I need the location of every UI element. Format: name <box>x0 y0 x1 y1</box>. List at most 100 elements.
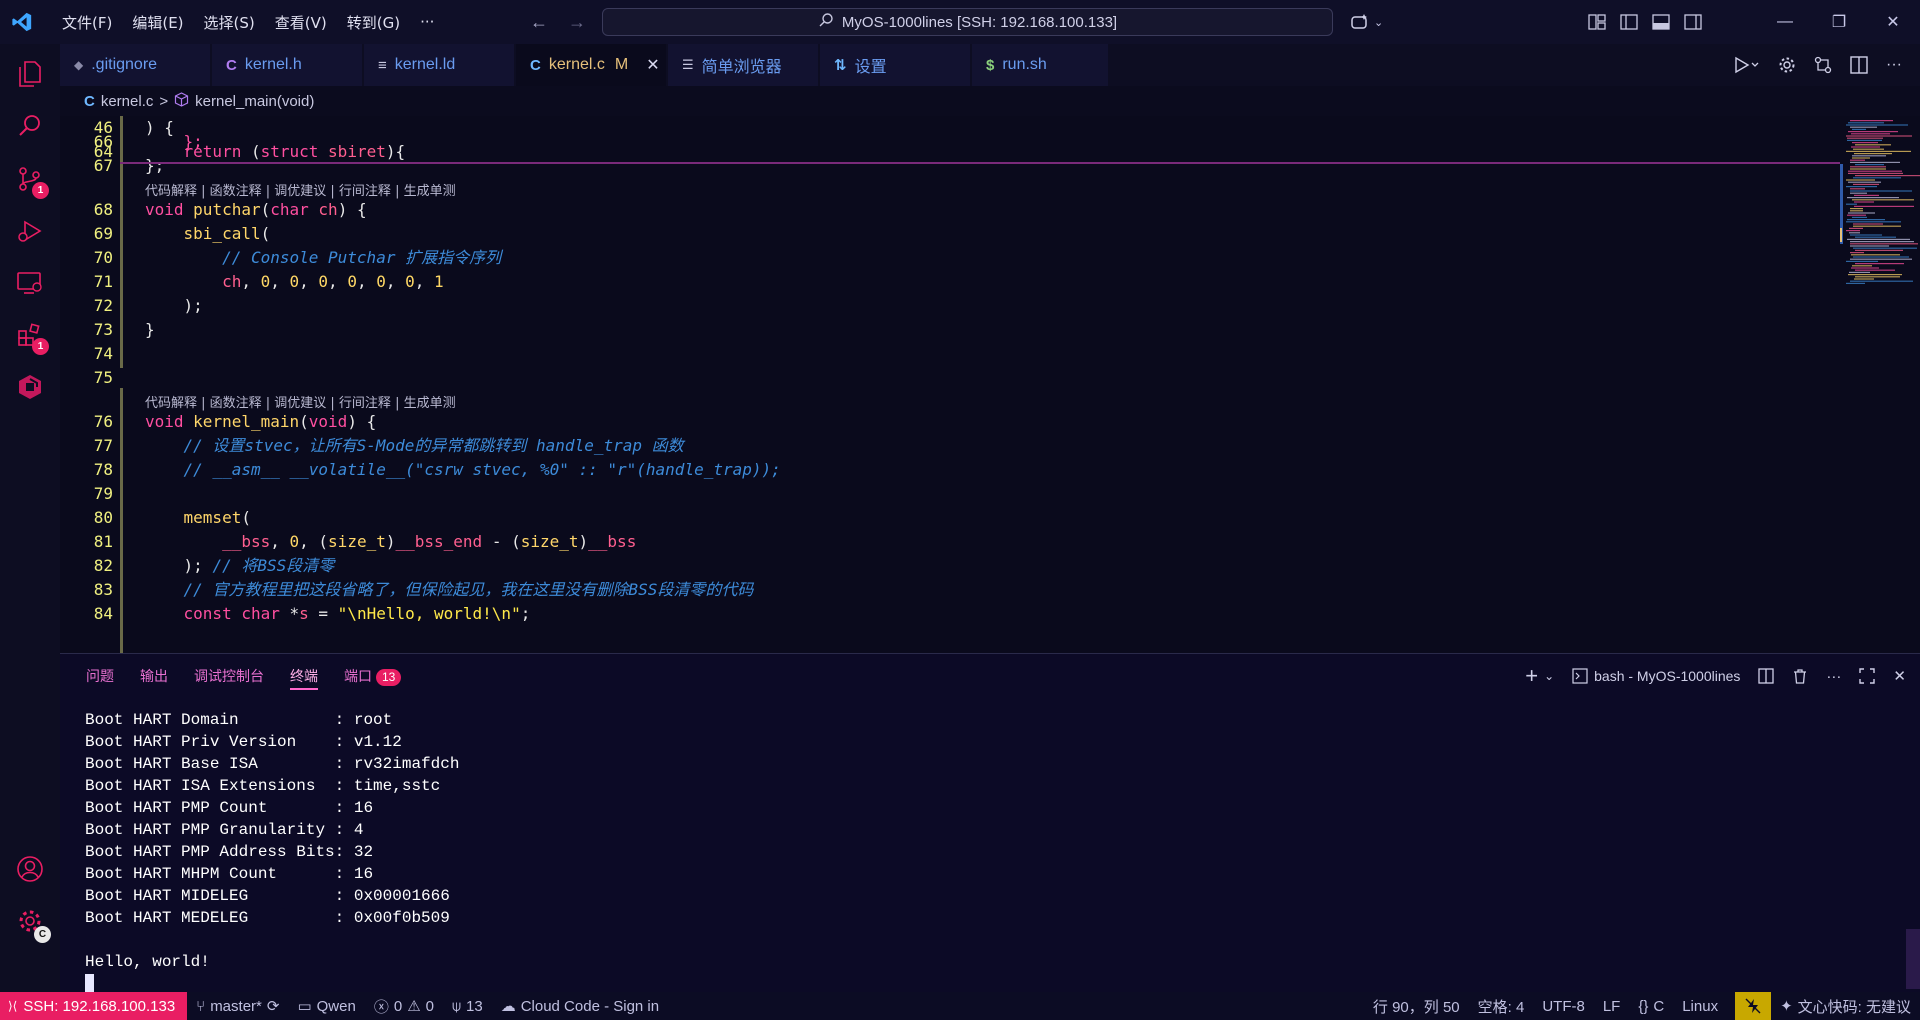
encoding[interactable]: UTF-8 <box>1533 998 1594 1015</box>
customize-layout-icon[interactable] <box>1588 14 1606 30</box>
lightning-off-icon[interactable] <box>1735 992 1772 1020</box>
code-line: 80 memset( <box>60 506 1780 530</box>
layout-controls <box>1588 0 1702 44</box>
qwen-status[interactable]: ▭ Qwen <box>288 997 364 1016</box>
menu-view[interactable]: 查看(V) <box>265 12 337 33</box>
language-mode[interactable]: {} C <box>1629 998 1673 1015</box>
chevron-down-icon[interactable]: ⌄ <box>1544 669 1554 683</box>
settings-file-icon: ⇅ <box>834 57 847 74</box>
toggle-panel-icon[interactable] <box>1652 14 1670 30</box>
tab-kernel-h[interactable]: C kernel.h <box>212 44 362 86</box>
new-terminal-icon[interactable]: + <box>1525 663 1538 689</box>
settings-badge: C <box>34 926 51 943</box>
close-panel-icon[interactable]: ✕ <box>1893 667 1906 685</box>
tab-run-sh[interactable]: $ run.sh <box>972 44 1108 86</box>
menu-file[interactable]: 文件(F) <box>52 12 122 33</box>
minimap-line <box>1850 168 1886 170</box>
code-editor[interactable]: 46) {64 return (struct sbiret){66 }; 67};… <box>60 116 1920 653</box>
back-arrow-icon[interactable]: ← <box>530 12 548 33</box>
end-of-line[interactable]: LF <box>1594 998 1630 1015</box>
settings-gear-icon[interactable]: C <box>0 896 60 946</box>
minimap-line <box>1853 225 1901 227</box>
tab-settings[interactable]: ⇅ 设置 <box>820 44 970 86</box>
terminal-output[interactable]: Boot HART Domain : root Boot HART Priv Ve… <box>85 709 459 995</box>
ports-status[interactable]: ⍦ 13 <box>443 998 492 1015</box>
tab-label: kernel.h <box>244 56 302 73</box>
maximize-panel-icon[interactable] <box>1859 668 1876 684</box>
source-control-icon[interactable]: 1 <box>0 154 60 204</box>
qwen-label: Qwen <box>316 997 356 1015</box>
extensions-icon[interactable]: 1 <box>0 310 60 360</box>
browser-icon: ☰ <box>682 57 694 72</box>
line-number: 71 <box>93 272 113 291</box>
command-center[interactable]: MyOS-1000lines [SSH: 192.168.100.133] <box>602 8 1333 36</box>
tab-kernel-c[interactable]: C kernel.c M ✕ <box>516 44 666 86</box>
more-actions-icon[interactable]: ··· <box>1826 668 1841 685</box>
minimap-line <box>1855 249 1903 251</box>
ports-label: 端口 <box>344 668 372 684</box>
codelens-actions[interactable]: 代码解释 | 函数注释 | 调优建议 | 行间注释 | 生成单测 <box>145 392 456 411</box>
remote-explorer-icon[interactable] <box>0 258 60 308</box>
tab-ports[interactable]: 端口 13 <box>344 654 402 698</box>
indentation[interactable]: 空格: 4 <box>1469 996 1534 1017</box>
trash-icon[interactable] <box>1792 668 1808 684</box>
git-branch[interactable]: ⑂ master* ⟳ <box>187 997 288 1016</box>
cloud-code-status[interactable]: ☁ Cloud Code - Sign in <box>492 997 668 1016</box>
terminal-instance[interactable]: bash - MyOS-1000lines <box>1572 668 1740 684</box>
code-line: 74 <box>60 342 1780 366</box>
forward-arrow-icon[interactable]: → <box>568 12 586 33</box>
terminal-line: Boot HART MEDELEG : 0x00f0b509 <box>85 909 450 927</box>
tab-gitignore[interactable]: ◆ .gitignore <box>60 44 210 86</box>
open-changes-icon[interactable] <box>1814 56 1832 74</box>
code-text: // 设置stvec，让所有S-Mode的异常都跳转到 handle_trap … <box>145 434 684 458</box>
menu-edit[interactable]: 编辑(E) <box>122 12 193 33</box>
tab-simple-browser[interactable]: ☰ 简单浏览器 <box>668 44 818 86</box>
branch-name: master* <box>210 997 262 1015</box>
minimap-line <box>1850 159 1865 161</box>
toggle-secondary-sidebar-icon[interactable] <box>1684 14 1702 30</box>
codegeex-icon[interactable] <box>0 362 60 412</box>
menu-selection[interactable]: 选择(S) <box>194 12 265 33</box>
toggle-primary-sidebar-icon[interactable] <box>1620 14 1638 30</box>
code-token: , <box>414 272 435 291</box>
menu-more[interactable]: ··· <box>410 13 444 31</box>
breadcrumb-file[interactable]: kernel.c <box>101 93 154 110</box>
code-text: }; <box>145 130 203 154</box>
cursor-position[interactable]: 行 90，列 50 <box>1364 996 1469 1017</box>
menu-go[interactable]: 转到(G) <box>337 12 410 33</box>
platform[interactable]: Linux <box>1673 998 1727 1015</box>
split-editor-icon[interactable] <box>1850 56 1868 74</box>
split-terminal-icon[interactable] <box>1758 668 1775 684</box>
tab-kernel-ld[interactable]: ≡ kernel.ld <box>364 44 514 86</box>
more-actions-icon[interactable]: ··· <box>1886 56 1902 74</box>
run-debug-icon[interactable] <box>0 206 60 256</box>
code-token: - ( <box>491 532 521 551</box>
search-view-icon[interactable] <box>0 101 60 151</box>
minimap-line <box>1847 238 1910 240</box>
copilot-menu[interactable]: ⌄ <box>1350 0 1383 44</box>
baidu-comate-status[interactable]: ✦ 文心快码: 无建议 <box>1771 996 1920 1017</box>
close-window-icon[interactable]: ✕ <box>1866 12 1920 32</box>
explorer-icon[interactable] <box>0 49 60 99</box>
tab-debug-console[interactable]: 调试控制台 <box>194 654 264 698</box>
code-token: ch <box>318 200 338 219</box>
run-code-icon[interactable] <box>1732 56 1760 74</box>
problems-status[interactable]: ⓧ 0 ⚠ 0 <box>365 996 443 1017</box>
tab-output[interactable]: 输出 <box>140 654 168 698</box>
account-icon[interactable] <box>0 844 60 894</box>
tab-terminal[interactable]: 终端 <box>290 654 318 698</box>
editor-settings-gear-icon[interactable] <box>1778 56 1796 74</box>
restore-icon[interactable]: ❐ <box>1812 12 1866 32</box>
terminal-line: Boot HART PMP Count : 16 <box>85 799 374 817</box>
minimap-line <box>1849 227 1863 229</box>
minimize-icon[interactable]: — <box>1758 13 1812 31</box>
close-tab-icon[interactable]: ✕ <box>646 55 659 75</box>
code-text: // Console Putchar 扩展指令序列 <box>145 246 501 270</box>
minimap-line <box>1848 122 1884 124</box>
breadcrumb-symbol[interactable]: kernel_main(void) <box>195 93 314 110</box>
minimap[interactable] <box>1840 116 1920 653</box>
remote-indicator[interactable]: ⟩⟨ SSH: 192.168.100.133 <box>0 992 188 1020</box>
tab-problems[interactable]: 问题 <box>86 654 114 698</box>
codelens-actions[interactable]: 代码解释 | 函数注释 | 调优建议 | 行间注释 | 生成单测 <box>145 180 456 199</box>
terminal-scrollbar[interactable] <box>1906 929 1920 989</box>
